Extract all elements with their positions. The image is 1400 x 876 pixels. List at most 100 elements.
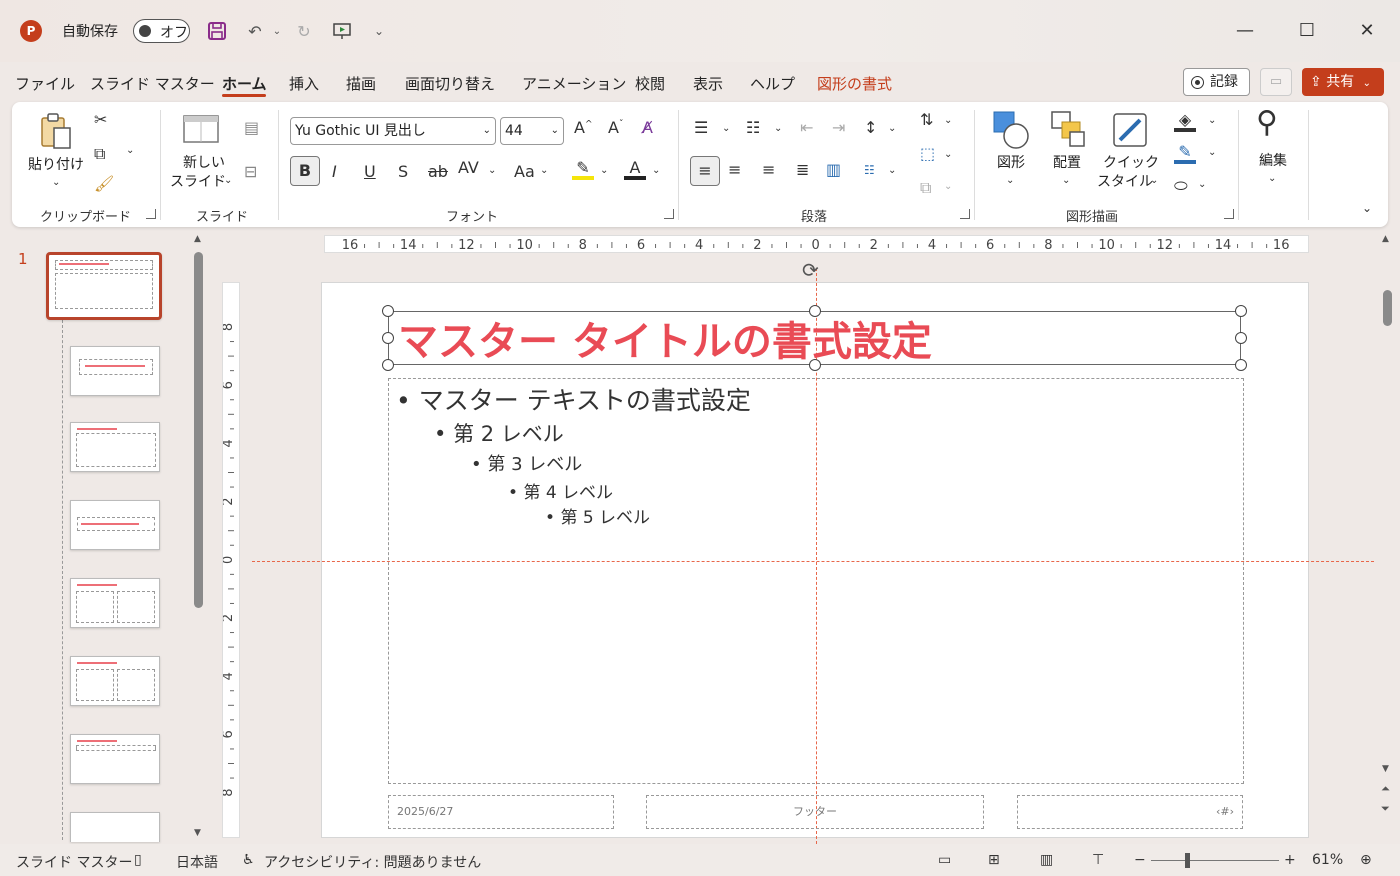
scroll-up-icon[interactable]: ▲ (194, 234, 201, 244)
language-label[interactable]: 日本語 (176, 852, 218, 872)
tab-insert[interactable]: 挿入 (289, 73, 319, 94)
chevron-down-icon[interactable]: ⌄ (722, 124, 730, 134)
decrease-font-icon[interactable]: Aˇ (608, 120, 623, 136)
chevron-down-icon[interactable]: ⌄ (774, 124, 782, 134)
new-slide-label[interactable]: 新しい (176, 154, 232, 173)
new-slide-label-2[interactable]: スライド (170, 173, 226, 192)
copy-icon[interactable]: ⧉ (94, 146, 105, 162)
align-center-icon[interactable]: ≡ (728, 162, 741, 178)
slide-sorter-icon[interactable]: ⊞ (988, 852, 1000, 868)
bullet-level-4[interactable]: • 第 4 レベル (508, 478, 613, 503)
previous-slide-icon[interactable]: ⏶ (1381, 782, 1390, 796)
zoom-level[interactable]: 61% (1312, 852, 1343, 868)
align-left-button[interactable]: ≡ (690, 156, 720, 186)
bullet-level-5[interactable]: • 第 5 レベル (545, 503, 650, 528)
change-case-icon[interactable]: Aa (514, 164, 535, 180)
chevron-down-icon[interactable]: ⌄ (488, 166, 496, 176)
highlight-icon[interactable]: ✎ (572, 160, 594, 180)
resize-handle[interactable] (382, 359, 394, 371)
bullet-level-3[interactable]: • 第 3 レベル (471, 450, 582, 476)
thumbnail-scrollbar[interactable]: ▲ ▼ (192, 232, 205, 842)
zoom-slider[interactable] (1151, 860, 1279, 861)
footer-placeholder[interactable]: フッター (646, 795, 984, 829)
slide-title[interactable]: マスター タイトルの書式設定 (398, 309, 932, 367)
next-slide-icon[interactable]: ⏷ (1381, 802, 1390, 816)
arrange-icon[interactable] (1050, 110, 1088, 153)
chevron-down-icon[interactable]: ⌄ (600, 166, 608, 176)
fit-to-window-icon[interactable]: ⊕ (1360, 852, 1372, 868)
bullet-level-2[interactable]: • 第 2 レベル (434, 418, 564, 448)
shape-effects-icon[interactable]: ⬭ (1174, 178, 1188, 194)
tab-transitions[interactable]: 画面切り替え (405, 73, 495, 94)
shapes-icon[interactable] (992, 110, 1030, 153)
tab-home[interactable]: ホーム (222, 73, 267, 94)
scroll-up-icon[interactable]: ▲ (1382, 234, 1389, 244)
font-name-dropdown[interactable]: Yu Gothic UI 見出し ⌄ (290, 117, 496, 145)
chevron-down-icon[interactable]: ⌄ (1268, 174, 1276, 184)
chevron-down-icon[interactable]: ⌄ (1150, 176, 1158, 186)
shape-fill-icon[interactable]: ◈ (1174, 112, 1196, 132)
columns-icon[interactable]: ☷ (864, 164, 875, 176)
autosave-toggle[interactable]: オフ (133, 19, 190, 43)
resize-handle[interactable] (382, 332, 394, 344)
redo-icon[interactable]: ↻ (293, 20, 315, 42)
save-icon[interactable] (206, 20, 228, 42)
chevron-down-icon[interactable]: ⌄ (652, 166, 660, 176)
tab-help[interactable]: ヘルプ (750, 73, 795, 94)
clear-formatting-icon[interactable]: A̸ (642, 120, 653, 136)
editing-label[interactable]: 編集 (1252, 152, 1294, 171)
chevron-down-icon[interactable]: ⌄ (540, 166, 548, 176)
smartart-icon[interactable]: ⧉ (920, 180, 931, 196)
accessibility-label[interactable]: アクセシビリティ: 問題ありません (264, 852, 481, 872)
shapes-label[interactable]: 図形 (990, 154, 1032, 173)
thumbnail-layout-6[interactable] (70, 734, 160, 784)
decrease-indent-icon[interactable]: ⇤ (800, 120, 813, 136)
copy-dropdown-icon[interactable]: ⌄ (126, 146, 134, 156)
bold-button[interactable]: B (290, 156, 320, 186)
chevron-down-icon[interactable]: ⌄ (1208, 116, 1216, 126)
tab-view[interactable]: 表示 (693, 73, 723, 94)
numbering-icon[interactable]: ☷ (746, 120, 760, 136)
align-right-icon[interactable]: ≡ (762, 162, 775, 178)
resize-handle[interactable] (1235, 332, 1247, 344)
line-spacing-icon[interactable]: ↕ (864, 120, 877, 136)
share-button[interactable]: ⇪ 共有 ⌄ (1302, 68, 1384, 96)
zoom-slider-thumb[interactable] (1185, 853, 1190, 868)
chevron-down-icon[interactable]: ⌄ (888, 124, 896, 134)
rotate-handle-icon[interactable]: ⟳ (802, 258, 819, 282)
record-button[interactable]: 記録 (1183, 68, 1250, 96)
bullet-level-1[interactable]: • マスター テキストの書式設定 (396, 381, 751, 417)
chevron-down-icon[interactable]: ⌄ (1198, 180, 1206, 190)
thumbnail-layout-5[interactable] (70, 656, 160, 706)
chevron-down-icon[interactable]: ⌄ (944, 116, 952, 126)
thumbnail-layout-4[interactable] (70, 578, 160, 628)
quick-styles-icon[interactable] (1110, 110, 1150, 155)
strikethrough-button[interactable]: ab (428, 164, 448, 180)
zoom-in-icon[interactable]: + (1284, 852, 1296, 868)
slideshow-icon[interactable]: ⊤ (1092, 852, 1104, 868)
clipboard-launcher-icon[interactable] (146, 209, 156, 219)
reading-view-icon[interactable]: ▥ (1040, 852, 1053, 868)
slideshow-start-icon[interactable] (331, 20, 353, 42)
scroll-down-icon[interactable]: ▼ (1382, 764, 1389, 774)
layout-icon[interactable]: ▤ (244, 120, 259, 136)
close-icon[interactable]: ✕ (1344, 16, 1390, 46)
notes-icon[interactable]: ▯ (134, 852, 142, 868)
tab-draw[interactable]: 描画 (346, 73, 376, 94)
resize-handle[interactable] (382, 305, 394, 317)
paragraph-launcher-icon[interactable] (960, 209, 970, 219)
undo-dropdown-icon[interactable]: ⌄ (266, 20, 288, 42)
underline-button[interactable]: U (364, 164, 376, 180)
character-spacing-icon[interactable]: AV (458, 160, 479, 176)
tab-slide-master[interactable]: スライド マスター (90, 73, 215, 94)
font-size-dropdown[interactable]: 44 ⌄ (500, 117, 564, 145)
search-icon[interactable]: ⚲ (1256, 108, 1278, 138)
collapse-ribbon-icon[interactable]: ⌄ (1362, 202, 1372, 214)
chevron-down-icon[interactable]: ⌄ (1062, 176, 1070, 186)
increase-font-icon[interactable]: A^ (574, 120, 593, 136)
paste-dropdown-icon[interactable]: ⌄ (52, 178, 60, 188)
undo-icon[interactable]: ↶ (244, 20, 266, 42)
font-color-icon[interactable]: A (624, 160, 646, 180)
scrollbar-thumb[interactable] (1383, 290, 1392, 326)
slide-number-placeholder[interactable]: ‹#› (1017, 795, 1243, 829)
